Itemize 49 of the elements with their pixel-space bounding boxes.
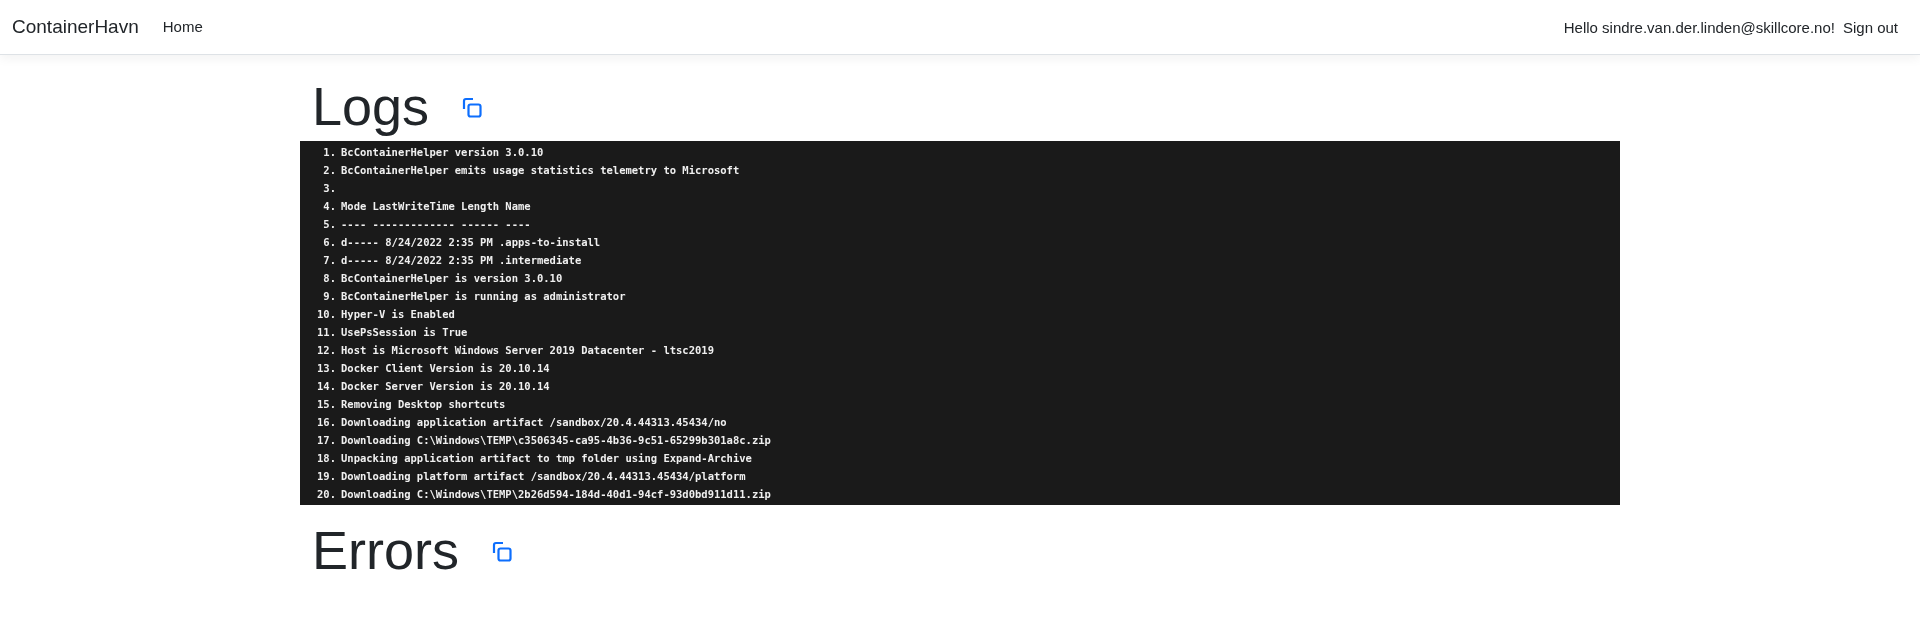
line-number: 8. (322, 272, 337, 285)
line-number: 18. (316, 452, 337, 465)
sign-out-link[interactable]: Sign out (1842, 18, 1898, 36)
line-number: 5. (322, 218, 337, 231)
section-heading: Logs (312, 75, 430, 138)
line-number: 3. (322, 182, 337, 195)
line-number: 7. (322, 254, 337, 267)
line-number: 13. (316, 362, 337, 375)
log-line: Hyper-V is Enabled (341, 308, 455, 321)
copy-button[interactable] (491, 541, 513, 564)
log-line: Unpacking application artifact to tmp folder using Expand-Archive (341, 452, 752, 465)
log-line: Downloading platform artifact /sandbox/20.4.44313.45434/platform (341, 470, 746, 483)
line-number: 14. (316, 380, 337, 393)
line-number: 10. (316, 308, 337, 321)
log-line: Docker Server Version is 20.10.14 (341, 380, 550, 393)
log-line: BcContainerHelper is running as administrator (341, 290, 626, 303)
line-number: 17. (316, 434, 337, 447)
log-line: Mode LastWriteTime Length Name (341, 200, 531, 213)
log-line: Downloading C:\Windows\TEMP\2b26d594-184d-40d1-94cf-93d0bd911d11.zip (341, 488, 771, 501)
log-line: ---- ------------- ------ ---- (341, 218, 531, 231)
line-number: 19. (316, 470, 337, 483)
line-number: 15. (316, 398, 337, 411)
line-number: 12. (316, 344, 337, 357)
copy-icon (461, 97, 484, 120)
line-number: 6. (322, 236, 337, 249)
brand-name[interactable]: ContainerHavn (12, 16, 139, 38)
line-number: 2. (322, 164, 337, 177)
log-line: BcContainerHelper version 3.0.10 (341, 146, 544, 159)
line-number: 1. (322, 146, 337, 159)
line-number: 4. (322, 200, 337, 213)
log-line: Removing Desktop shortcuts (341, 398, 506, 411)
line-number: 20. (316, 488, 337, 501)
log-line: BcContainerHelper emits usage statistics telemetry to Microsoft (341, 164, 740, 177)
line-number: 16. (316, 416, 337, 429)
log-line: Docker Client Version is 20.10.14 (341, 362, 550, 375)
log-line: d----- 8/24/2022 2:35 PM .intermediate (341, 254, 582, 267)
nav-link[interactable]: Home (162, 18, 203, 35)
copy-button[interactable] (461, 97, 484, 120)
line-number: 11. (316, 326, 337, 339)
log-line: Host is Microsoft Windows Server 2019 Datacenter - ltsc2019 (341, 344, 714, 357)
line-number: 9. (322, 290, 337, 303)
log-line: Downloading C:\Windows\TEMP\c3506345-ca95-4b36-9c51-65299b301a8c.zip (341, 434, 771, 447)
log-line: BcContainerHelper is version 3.0.10 (341, 272, 563, 285)
log-line: d----- 8/24/2022 2:35 PM .apps-to-install (341, 236, 601, 249)
log-line: Downloading application artifact /sandbox/20.4.44313.45434/no (341, 416, 727, 429)
copy-icon (491, 541, 513, 564)
section-heading: Errors (312, 519, 459, 582)
greeting-text: Hello sindre.van.der.linden@skillcore.no! (1563, 18, 1835, 36)
log-line: UsePsSession is True (341, 326, 468, 339)
